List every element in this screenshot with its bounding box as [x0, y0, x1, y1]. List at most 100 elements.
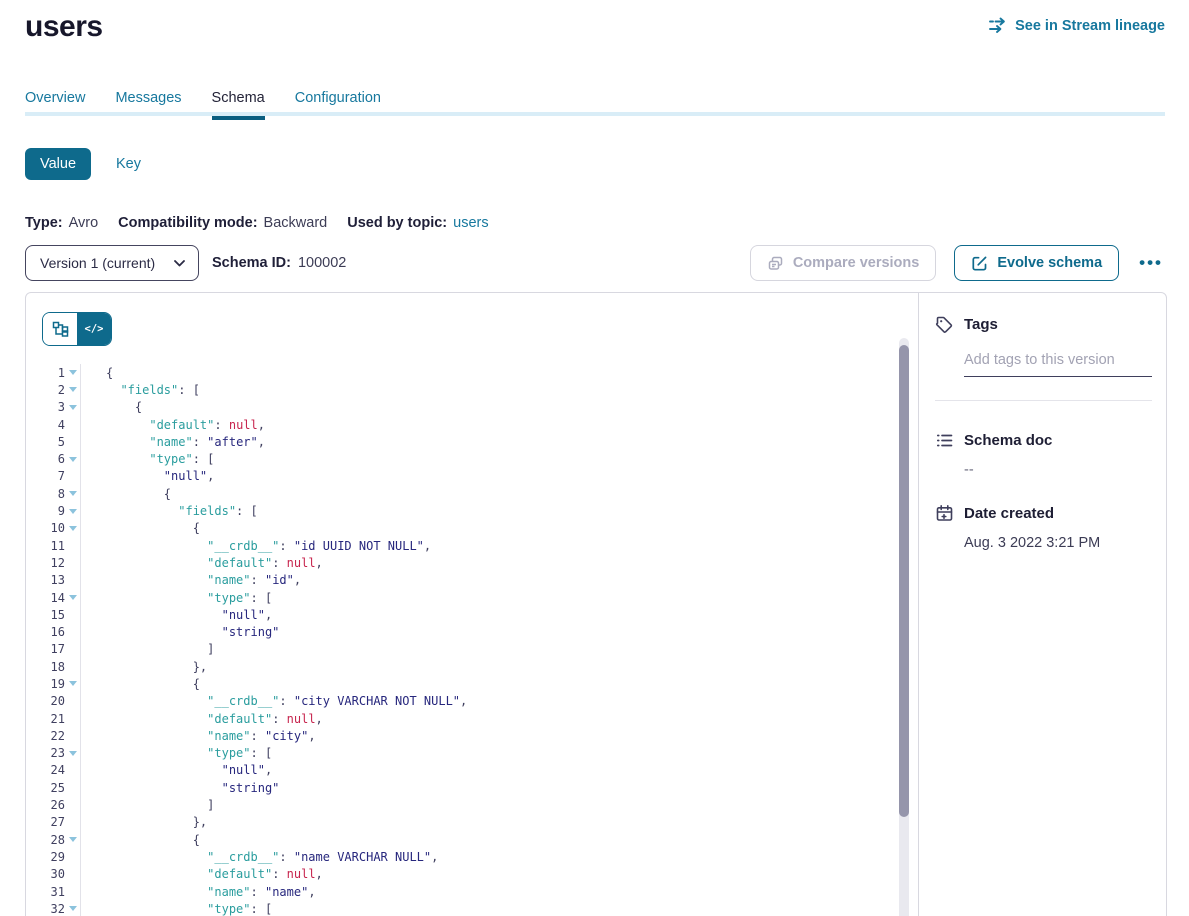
line-number: 27 [26, 815, 65, 829]
code-text: "string" [81, 625, 279, 639]
code-text: { [81, 487, 171, 501]
code-line: 17 ] [26, 641, 918, 658]
tree-view-icon [52, 321, 69, 338]
schema-doc-title: Schema doc [964, 432, 1052, 449]
gutter: 18 [26, 658, 81, 675]
fold-slot [65, 595, 80, 600]
code-line: 22 "name": "city", [26, 727, 918, 744]
code-line: 13 "name": "id", [26, 572, 918, 589]
gutter: 30 [26, 866, 81, 883]
key-toggle-button[interactable]: Key [116, 156, 141, 172]
tab-overview[interactable]: Overview [25, 90, 85, 116]
line-number: 26 [26, 798, 65, 812]
fold-toggle-icon[interactable] [69, 906, 77, 911]
fold-slot [65, 457, 80, 462]
code-text: "__crdb__": "id UUID NOT NULL", [81, 539, 431, 553]
topbar: users See in Stream lineage [0, 0, 1189, 44]
chevron-down-icon [174, 260, 185, 267]
code-line: 29 "__crdb__": "name VARCHAR NULL", [26, 848, 918, 865]
tags-title: Tags [964, 316, 998, 333]
code-text: "name": "after", [81, 435, 265, 449]
fold-toggle-icon[interactable] [69, 509, 77, 514]
code-text: "default": null, [81, 712, 323, 726]
schema-id: Schema ID: 100002 [212, 255, 346, 271]
gutter: 20 [26, 693, 81, 710]
tree-view-button[interactable] [43, 313, 77, 345]
value-toggle-button[interactable]: Value [25, 148, 91, 180]
schema-doc-section-header: Schema doc [935, 431, 1152, 450]
code-line: 11 "__crdb__": "id UUID NOT NULL", [26, 537, 918, 554]
gutter: 11 [26, 537, 81, 554]
line-number: 32 [26, 902, 65, 916]
sidebar-divider [935, 400, 1152, 401]
tab-schema[interactable]: Schema [212, 90, 265, 116]
line-number: 5 [26, 435, 65, 449]
code-view-button[interactable]: </> [77, 313, 111, 345]
more-options-button[interactable]: ••• [1137, 254, 1165, 272]
editor-scrollbar[interactable] [899, 338, 909, 916]
schema-sidebar: Tags Schema doc -- Date created [918, 293, 1166, 916]
fold-toggle-icon[interactable] [69, 681, 77, 686]
code-text: "name": "name", [81, 885, 316, 899]
stream-lineage-link[interactable]: See in Stream lineage [988, 16, 1165, 35]
code-line: 1{ [26, 364, 918, 381]
used-by-topic-link[interactable]: users [453, 215, 488, 231]
stream-lineage-label: See in Stream lineage [1015, 18, 1165, 34]
fold-toggle-icon[interactable] [69, 595, 77, 600]
tags-input[interactable] [964, 350, 1152, 377]
code-line: 3 { [26, 399, 918, 416]
code-text: "null", [81, 763, 272, 777]
code-text: "__crdb__": "name VARCHAR NULL", [81, 850, 438, 864]
compare-versions-button[interactable]: Compare versions [750, 245, 937, 281]
code-line: 27 }, [26, 814, 918, 831]
gutter: 28 [26, 831, 81, 848]
fold-toggle-icon[interactable] [69, 370, 77, 375]
code-text: "type": [ [81, 902, 272, 916]
code-text: { [81, 833, 200, 847]
code-text: "type": [ [81, 591, 272, 605]
tab-messages[interactable]: Messages [115, 90, 181, 116]
fold-toggle-icon[interactable] [69, 457, 77, 462]
schema-id-label: Schema ID: [212, 255, 291, 271]
fold-toggle-icon[interactable] [69, 751, 77, 756]
tab-configuration[interactable]: Configuration [295, 90, 381, 116]
scrollbar-thumb[interactable] [899, 345, 909, 817]
code-line: 15 "null", [26, 606, 918, 623]
fold-toggle-icon[interactable] [69, 491, 77, 496]
gutter: 1 [26, 364, 81, 381]
date-created-title: Date created [964, 505, 1054, 522]
code-line: 30 "default": null, [26, 866, 918, 883]
code-text: ] [81, 798, 214, 812]
active-tab-indicator [212, 116, 265, 120]
code-editor[interactable]: 1{2 "fields": [3 {4 "default": null,5 "n… [26, 364, 918, 916]
evolve-schema-button[interactable]: Evolve schema [954, 245, 1119, 281]
code-line: 10 { [26, 520, 918, 537]
fold-toggle-icon[interactable] [69, 387, 77, 392]
tags-section-header: Tags [935, 315, 1152, 334]
code-text: "fields": [ [81, 504, 258, 518]
line-number: 19 [26, 677, 65, 691]
gutter: 7 [26, 468, 81, 485]
gutter: 4 [26, 416, 81, 433]
fold-slot [65, 491, 80, 496]
line-number: 14 [26, 591, 65, 605]
code-line: 4 "default": null, [26, 416, 918, 433]
gutter: 16 [26, 623, 81, 640]
code-line: 19 { [26, 675, 918, 692]
gutter: 26 [26, 796, 81, 813]
fold-slot [65, 370, 80, 375]
fold-toggle-icon[interactable] [69, 837, 77, 842]
code-line: 8 { [26, 485, 918, 502]
code-text: "string" [81, 781, 279, 795]
versions-icon [767, 255, 784, 272]
fold-slot [65, 906, 80, 911]
schema-editor-pane: </> 1{2 "fields": [3 {4 "default": null,… [26, 293, 918, 916]
line-number: 12 [26, 556, 65, 570]
fold-toggle-icon[interactable] [69, 405, 77, 410]
version-select[interactable]: Version 1 (current) [25, 245, 199, 281]
date-created-value: Aug. 3 2022 3:21 PM [964, 535, 1152, 551]
line-number: 1 [26, 366, 65, 380]
fold-slot [65, 387, 80, 392]
tab-bar: Overview Messages Schema Configuration [25, 90, 1165, 116]
fold-toggle-icon[interactable] [69, 526, 77, 531]
